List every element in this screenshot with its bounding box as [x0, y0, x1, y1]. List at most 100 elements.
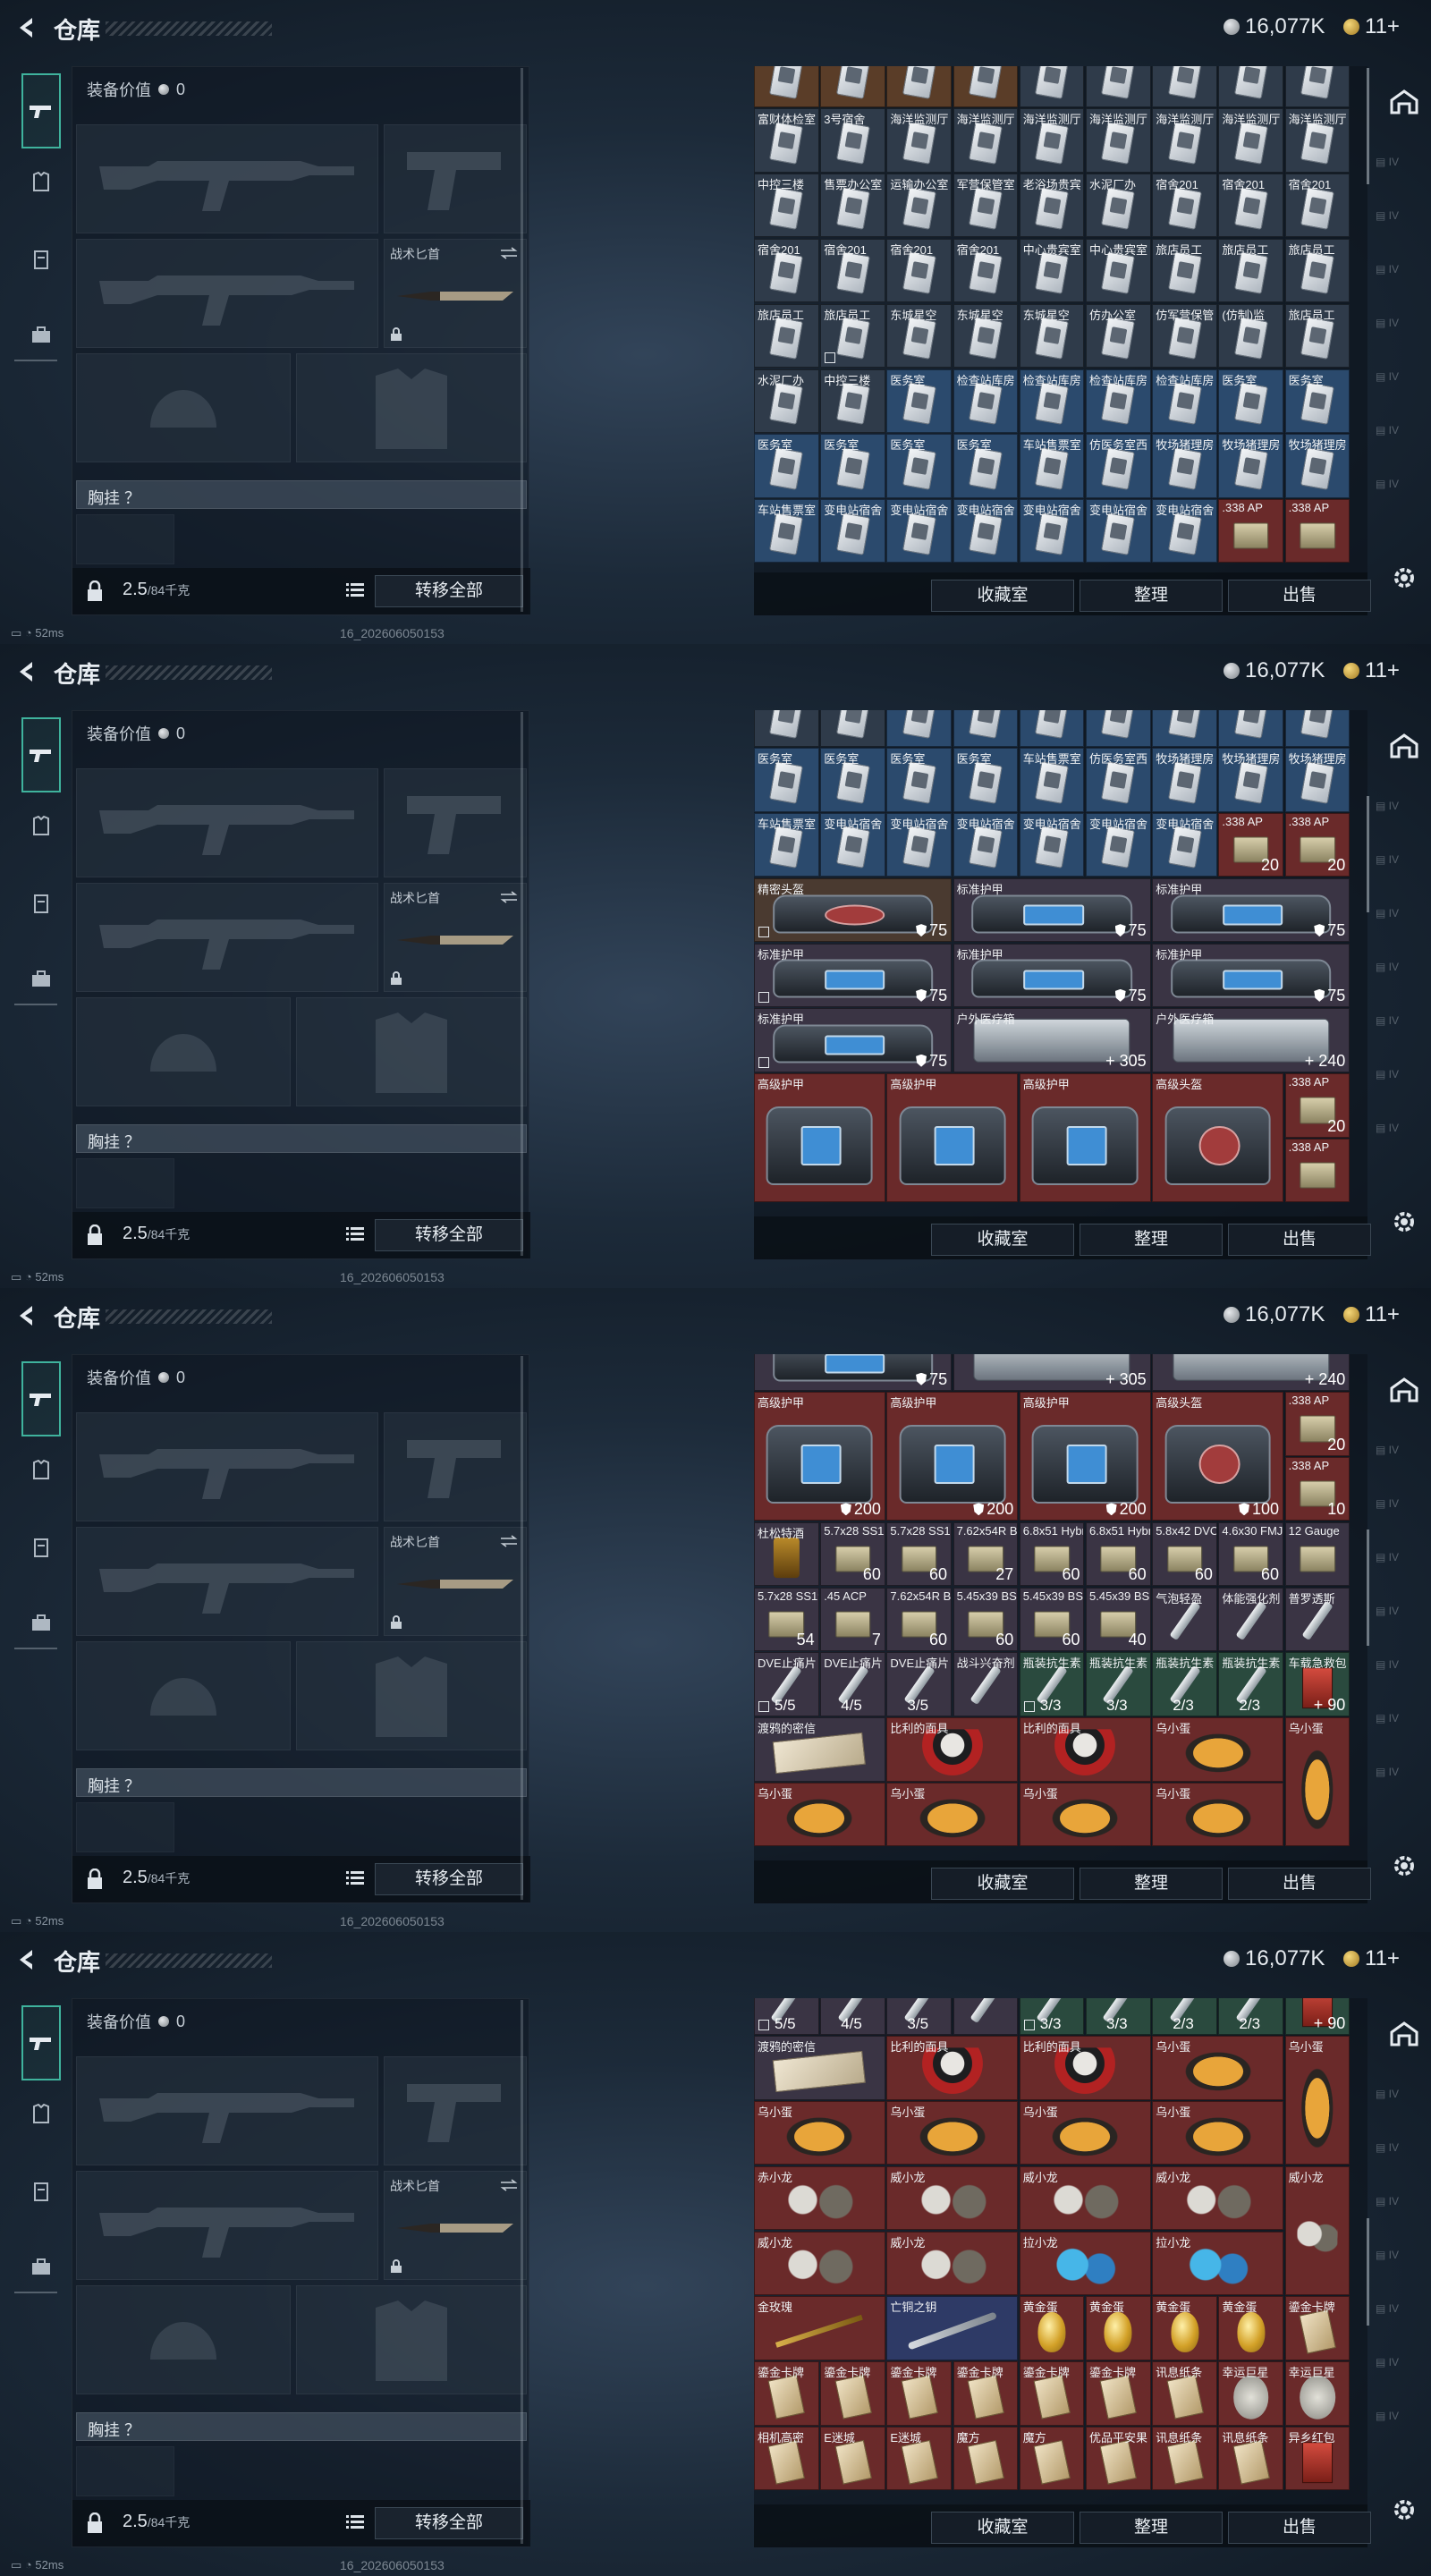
inventory-item[interactable]: 车站售票室 [1019, 434, 1085, 498]
inventory-item[interactable]: 鎏金卡牌 [1019, 2361, 1085, 2426]
inventory-item[interactable]: 变电站宿舍 [886, 813, 953, 877]
inventory-item[interactable]: 东城星空 [1019, 303, 1085, 369]
inventory-item[interactable]: .338 AP [1218, 499, 1284, 564]
inventory-item[interactable]: 渡鸦的密信 [754, 2036, 885, 2100]
inventory-item[interactable]: 仿医务室西 [1086, 748, 1151, 812]
inventory-item[interactable]: 4.6x30 FMJ 60 [1218, 1521, 1284, 1587]
inventory-item[interactable]: 鎏金卡牌 [1284, 2296, 1351, 2360]
inventory-item[interactable]: 海洋监测厅 [1218, 108, 1284, 173]
inventory-item[interactable]: 乌小蛋 [754, 1783, 885, 1847]
inventory-item[interactable]: 检查站库房 [1019, 710, 1085, 747]
secondary-weapon-slot[interactable] [76, 2171, 378, 2280]
inventory-item[interactable]: 海洋监测厅 [1086, 108, 1151, 173]
inventory-item[interactable]: 幸运巨星 [1218, 2361, 1284, 2426]
inventory-item[interactable]: 牧场猪理房 [1218, 748, 1284, 812]
chest-rig-slot[interactable]: 胸挂 ？ [76, 1768, 527, 1797]
inventory-item[interactable]: 医务室 [1284, 369, 1351, 433]
inventory-item[interactable]: .338 AP 20 [1218, 813, 1284, 877]
inventory-item[interactable]: 标准护甲75 [1152, 943, 1351, 1007]
container-tab-1[interactable]: ▤ IV [1376, 1444, 1422, 1469]
inventory-item[interactable]: 海洋监测厅 [1019, 108, 1085, 173]
inventory-item[interactable]: 杂物间 [754, 66, 819, 107]
inventory-item[interactable]: 医务室 [754, 748, 819, 812]
inventory-item[interactable]: 异乡红包 [1284, 2427, 1351, 2491]
inventory-item[interactable]: 高级头盔 100 [1152, 1392, 1284, 1521]
inventory-item[interactable]: 威小龙 [1019, 2165, 1151, 2231]
inventory-item[interactable]: .338 AP [1284, 499, 1351, 564]
inventory-item[interactable]: 乌小蛋 [1152, 1783, 1284, 1847]
list-icon[interactable] [346, 582, 364, 598]
inventory-item[interactable]: 比利的面具 [886, 1717, 1019, 1782]
inventory-item[interactable]: 医务室 [886, 748, 953, 812]
inventory-item[interactable]: 变电站宿舍 [820, 499, 885, 564]
inventory-item[interactable]: 车站售票室 [1019, 748, 1085, 812]
bag-tab[interactable] [21, 315, 61, 354]
inventory-item[interactable]: .45 ACP 7 [820, 1587, 885, 1651]
inventory-item[interactable]: 拉小龙 [1019, 2231, 1151, 2295]
inventory-item[interactable]: 医务室 [886, 710, 953, 747]
inventory-item[interactable]: 相机高密 [754, 2427, 819, 2491]
inventory-item[interactable]: 医务室 [754, 434, 819, 498]
helmet-slot[interactable] [76, 2285, 291, 2394]
pouch-slot[interactable] [76, 1802, 174, 1852]
inventory-item[interactable]: 体能强化剂 [1218, 1587, 1284, 1651]
inventory-item[interactable]: (仿制)监 [1218, 303, 1284, 369]
inventory-item[interactable]: 运输办公室 [886, 174, 953, 238]
inventory-item[interactable]: 高级护甲 200 [754, 1392, 885, 1521]
gear-icon[interactable] [1390, 1208, 1418, 1236]
weapon-tab[interactable] [21, 73, 61, 148]
rig-tab[interactable] [21, 1528, 61, 1567]
bag-tab[interactable] [21, 959, 61, 998]
inventory-item[interactable]: 户外医疗箱+ 305 [953, 1354, 1151, 1391]
primary-weapon-slot[interactable] [76, 124, 378, 233]
inventory-item[interactable]: 乌小蛋 [886, 2101, 1019, 2165]
inventory-item[interactable]: 瓶装抗生素3/3 [1019, 1998, 1085, 2035]
inventory-item[interactable]: 户外医疗箱+ 305 [953, 1008, 1151, 1072]
inventory-item[interactable]: 海洋监测厅 [953, 108, 1019, 173]
body-armor-slot[interactable] [296, 2285, 527, 2394]
inventory-item[interactable]: 中控三楼 [820, 369, 885, 433]
gold-currency[interactable]: 11+ [1343, 658, 1400, 683]
list-icon[interactable] [346, 2514, 364, 2530]
sidearm-slot[interactable] [384, 124, 527, 233]
inventory-item[interactable]: DVE止痛片3/5 [886, 1998, 953, 2035]
inventory-item[interactable]: 中控三楼 [754, 174, 819, 238]
inventory-item[interactable]: 旅店员工 [1284, 238, 1351, 303]
rig-tab[interactable] [21, 884, 61, 923]
inventory-item[interactable]: 医务室 [820, 434, 885, 498]
inventory-item[interactable]: 优品平安果 [1086, 2427, 1151, 2491]
inventory-item[interactable]: 检查站库房 [953, 710, 1019, 747]
inventory-item[interactable]: 高级护甲 [754, 1073, 885, 1203]
gear-icon[interactable] [1390, 1852, 1418, 1880]
inventory-item[interactable]: 东城星空 [886, 303, 953, 369]
inventory-item[interactable]: 普罗透斯 [1284, 1587, 1351, 1651]
inventory-item[interactable]: 变电站宿舍 [1019, 499, 1085, 564]
swap-icon[interactable] [499, 2179, 519, 2191]
inventory-item[interactable]: 黄金蛋 [1019, 2296, 1085, 2360]
inventory-item[interactable]: 医务室 [1218, 369, 1284, 433]
inventory-item[interactable]: 医务室 [953, 748, 1019, 812]
inventory-item[interactable]: 牧场猪理房 [1284, 748, 1351, 812]
inventory-item[interactable]: 比利的面具 [886, 2036, 1019, 2100]
inventory-item[interactable]: 变电站宿舍 [886, 499, 953, 564]
inventory-item[interactable]: 变电站宿舍 [1152, 813, 1217, 877]
inventory-item[interactable]: 乌小蛋 [1284, 1717, 1351, 1847]
inventory-item[interactable]: .338 AP 20 [1284, 813, 1351, 877]
inventory-item[interactable]: 威小龙 [1152, 2165, 1284, 2231]
inventory-item[interactable]: 牧场猪理房 [1218, 434, 1284, 498]
inventory-item[interactable]: 比利的面具 [1019, 1717, 1151, 1782]
inventory-scrollbar[interactable] [1367, 2218, 1369, 2326]
container-tab-6[interactable]: ▤ IV [1376, 1068, 1422, 1093]
container-tab-2[interactable]: ▤ IV [1376, 853, 1422, 878]
inventory-item[interactable]: 5.7x28 SS190 60 [820, 1521, 885, 1587]
inventory-item[interactable]: 5.45x39 BS 60 [1019, 1587, 1085, 1651]
inventory-item[interactable]: 检查站库房 [1086, 710, 1151, 747]
pouch-slot[interactable] [76, 1158, 174, 1208]
inventory-item[interactable]: 黄金蛋 [1152, 2296, 1217, 2360]
inventory-item[interactable]: E迷城 [820, 2427, 885, 2491]
inventory-item[interactable]: 威小龙 [754, 2231, 885, 2295]
inventory-item[interactable]: 标准护甲75 [754, 1354, 953, 1391]
inventory-item[interactable]: 宿舍201 [953, 238, 1019, 303]
inventory-item[interactable]: 6.8x51 Hybrid 60 [1086, 1521, 1151, 1587]
container-tab-3[interactable]: ▤ IV [1376, 1551, 1422, 1576]
